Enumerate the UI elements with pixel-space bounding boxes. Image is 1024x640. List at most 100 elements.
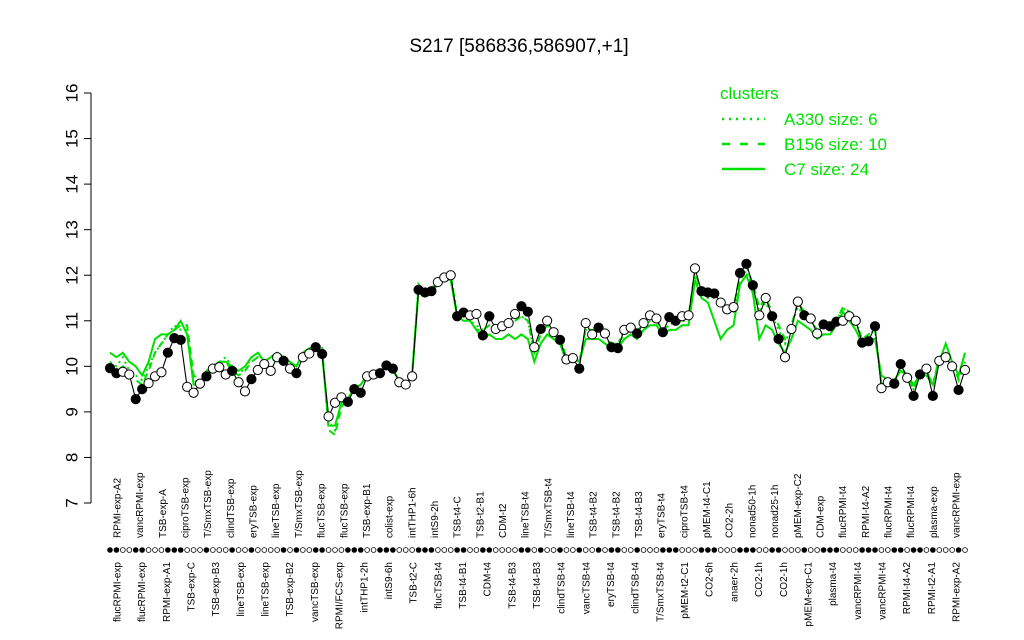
x-tick-label: nonad50-1h [747,485,758,538]
x-tick-label: anaer-2h [729,562,740,602]
rug-point [827,547,833,553]
data-point [767,311,778,322]
rug-point [820,547,827,553]
data-point [175,334,186,346]
x-tick-label: RPMI-exp-A2 [952,562,963,622]
rug-point [872,547,878,553]
x-tick-label: TSB-t4-B3 [634,491,645,538]
rug-point [409,547,415,553]
data-points [104,258,971,422]
rug-point [139,547,145,553]
rug-point [557,547,563,553]
x-tick-label: RPMI-t4-A2 [861,485,872,538]
rug-point [210,547,216,553]
rug-point [807,547,814,553]
rug-point [949,547,955,553]
data-point [239,386,251,397]
rug-point [132,547,139,553]
rug-point [435,547,441,553]
data-point [387,363,398,374]
data-point [760,292,771,304]
data-point [927,390,938,402]
rug-point [615,547,621,553]
rug-point [184,547,190,553]
rug-point [113,547,120,553]
rug-point [743,547,750,553]
rug-point [396,547,403,553]
x-tick-label: ciproTSB-t4 [679,485,690,538]
rug-point [505,547,512,553]
data-point [522,306,533,317]
legend-entry-label: A330 size: 6 [784,110,878,129]
data-point [657,327,668,338]
rug-point [158,547,165,553]
rug-point [267,547,274,553]
rug-point [563,547,570,553]
rug-point [910,547,917,553]
rug-point [390,547,396,553]
rug-point [814,547,820,553]
rug-point [499,547,505,553]
data-point [850,315,861,326]
data-point [227,365,238,376]
rug-point [891,547,898,553]
rug-point [846,547,853,553]
rug-point [627,547,634,553]
data-point [426,286,437,297]
rug-point [576,547,583,553]
rug-point [300,547,306,553]
data-point [895,358,906,370]
rug-point [145,547,152,553]
rug-point [852,547,859,553]
rug-point [447,547,454,553]
data-point [201,371,212,382]
x-tick-label: eryTSB-exp [249,485,260,538]
x-tick-label: TSB-exp-B3 [211,562,222,617]
data-point [529,342,540,353]
x-tick-label: nonad25-1h [770,485,781,538]
data-point [400,379,411,390]
data-point [734,267,746,279]
rug-point [126,547,133,553]
rug-point [737,547,743,553]
x-tick-label: eryTSB-t4 [606,562,617,607]
rug-point [795,547,801,553]
x-tick-label: CO2-1h [779,562,790,597]
y-axis: 7 8 9 10 11 12 13 14 15 16 [63,84,92,508]
rug-point [923,547,930,553]
x-tick-label: lineTSB-t4 [566,491,577,538]
rug-point [705,547,711,553]
data-point [638,317,649,329]
x-tick-label: plasma-t4 [828,562,839,606]
rug-point [332,547,338,553]
data-point [471,308,482,320]
data-point [651,313,662,324]
x-tick-label: TSB-exp-B1 [362,483,373,538]
data-point [709,288,720,299]
x-tick-label: flucRPMI-t4 [883,485,894,538]
data-point [130,394,141,405]
rug-point [840,547,846,553]
rug-point [672,547,679,553]
data-point [484,311,495,322]
x-tick-label: TSB-t4-B3 [507,562,518,609]
x-tick-label: lineTSB-exp [261,562,272,617]
rug-point [878,547,885,553]
data-point [728,302,739,313]
rug-point [467,547,473,553]
x-tick-label: lineTSB-exp [236,562,247,617]
data-point [445,270,456,281]
rug-point [287,547,293,553]
rug-point [518,547,525,553]
legend-entry-label: B156 size: 10 [784,135,887,154]
data-point [779,352,791,363]
data-point [535,323,546,335]
rug-point [582,547,589,553]
rug-point [595,547,602,553]
x-tick-label: intS9-6h [384,562,395,599]
x-rug [107,547,968,553]
rug-point [261,547,268,553]
rug-point [724,547,730,553]
legend-title: clusters [720,84,779,103]
data-point [953,384,964,396]
